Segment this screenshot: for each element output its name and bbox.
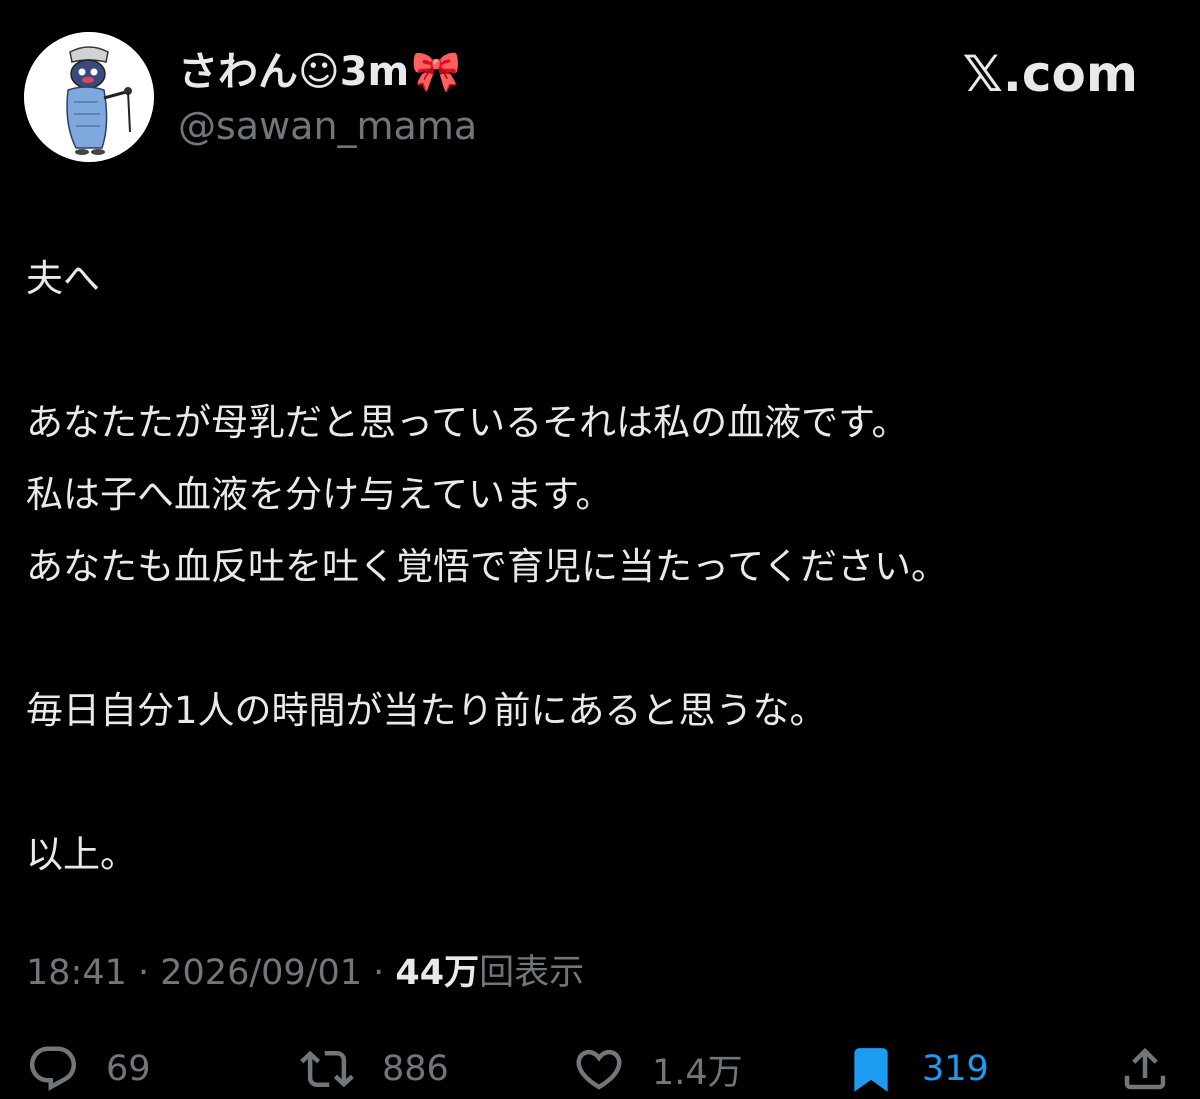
reply-button[interactable]: 69 [26,1040,151,1098]
ribbon-emoji: 🎀 [411,49,462,95]
tweet-line: 以上。 [26,833,137,876]
display-name-text: さわん☺︎3m [178,49,410,95]
display-name[interactable]: さわん☺︎3m🎀 [178,46,461,98]
like-count: 1.4万 [652,1052,743,1093]
bookmark-button[interactable]: 319 [846,1040,989,1098]
tweet-date[interactable]: 2026/09/01 [160,953,362,993]
share-icon [1124,1047,1166,1090]
bookmark-icon [854,1048,888,1092]
reply-icon [29,1046,77,1091]
tweet-line: 夫へ [26,257,100,300]
share-button[interactable] [1118,1040,1172,1098]
reply-count: 69 [106,1049,151,1089]
heart-icon [576,1049,622,1090]
repost-icon [300,1050,354,1088]
views-count: 44万 [395,953,480,993]
tweet-time[interactable]: 18:41 [26,953,127,993]
like-button[interactable]: 1.4万 [572,1040,743,1098]
tweet-line: 毎日自分1人の時間が当たり前にあると思うな。 [26,689,827,732]
user-handle[interactable]: @sawan_mama [178,102,477,150]
bookmark-count: 319 [922,1049,989,1089]
meta-separator: · [362,953,396,993]
tweet-line: あなたも血反吐を吐く覚悟で育児に当たってください。 [26,545,949,588]
tweet-line: 私は子へ血液を分け与えています。 [26,473,613,516]
action-bar: 69 886 1.4万 319 [0,1040,1200,1098]
repost-count: 886 [382,1049,449,1089]
tweet-meta: 18:41 · 2026/09/01 · 44万回表示 [26,949,584,997]
x-brand-logo: 𝕏.com [962,45,1138,103]
cartoon-character-avatar-icon [24,32,154,162]
repost-button[interactable]: 886 [298,1040,449,1098]
avatar[interactable] [24,32,154,162]
tweet-text: 夫へ あなたたが母乳だと思っているそれは私の血液です。 私は子へ血液を分け与えて… [26,243,1176,891]
tweet-line: あなたたが母乳だと思っているそれは私の血液です。 [26,401,909,444]
views-label: 回表示 [479,953,585,993]
meta-separator: · [126,953,161,993]
